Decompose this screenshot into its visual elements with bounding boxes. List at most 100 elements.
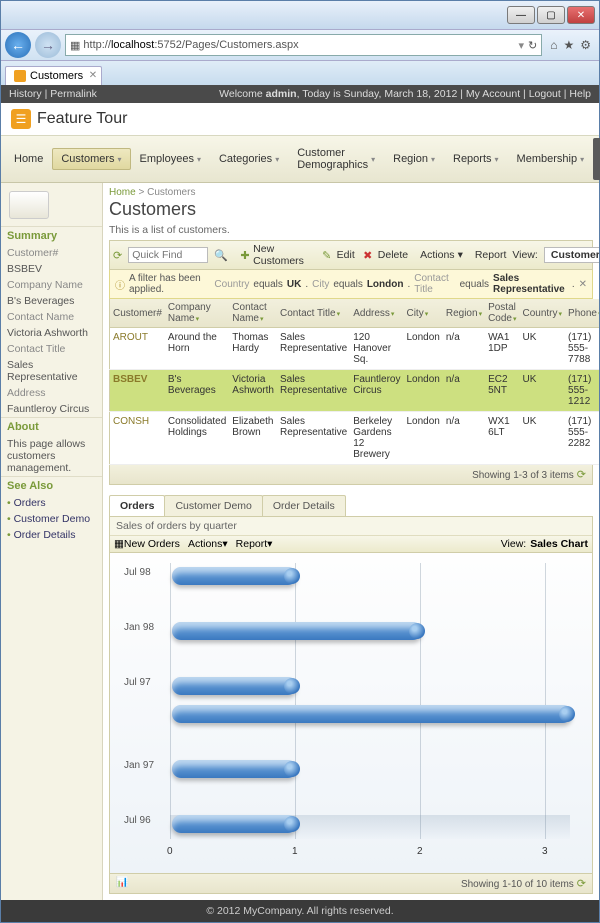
- orders-actions-menu[interactable]: Actions▾: [188, 538, 228, 550]
- sidebar-thumb-icon: [9, 191, 49, 219]
- x-tick: 3: [542, 846, 548, 857]
- tab-orders[interactable]: Orders: [109, 495, 165, 516]
- sales-chart: 0123Jul 98Jan 98Jul 97Jan 97Jul 96: [110, 553, 592, 873]
- chart-bar: [172, 760, 297, 778]
- menu-item-employees[interactable]: Employees▾: [131, 148, 210, 170]
- y-label: Jul 96: [124, 815, 151, 826]
- actions-menu[interactable]: Actions▾: [420, 249, 463, 261]
- col-companyname[interactable]: Company Name▾: [165, 299, 229, 328]
- col-customer[interactable]: Customer#: [110, 299, 165, 328]
- page-footer: © 2012 MyCompany. All rights reserved.: [1, 900, 599, 922]
- tab-close-icon[interactable]: ✕: [89, 70, 97, 81]
- cell-contact: Victoria Ashworth: [229, 370, 277, 412]
- sidebar-link-customer-demo[interactable]: Customer Demo: [1, 511, 102, 527]
- grid-toolbar: ⟳ 🔍 ✚New Customers ✎Edit ✖Delete Actions…: [109, 240, 593, 270]
- cell-id: CONSH: [110, 412, 165, 465]
- topbar-link-help[interactable]: Help: [569, 88, 591, 100]
- col-phone[interactable]: Phone▾: [565, 299, 599, 328]
- cell-id: BSBEV: [110, 370, 165, 412]
- window-maximize-button[interactable]: ▢: [537, 6, 565, 24]
- new-icon: ▦: [114, 538, 124, 550]
- sidebar-head-summary: Summary: [1, 226, 102, 245]
- cell-id: AROUT: [110, 328, 165, 370]
- cell-company: B's Beverages: [165, 370, 229, 412]
- edit-button[interactable]: ✎Edit: [320, 248, 355, 262]
- forward-button[interactable]: →: [35, 32, 61, 58]
- browser-navbar: ← → ▦ http://localhost:5752/Pages/Custom…: [1, 29, 599, 61]
- search-icon[interactable]: 🔍: [214, 248, 228, 262]
- site-actions-menu[interactable]: Site Actions ▾: [593, 138, 600, 180]
- sidebar-link-order-details[interactable]: Order Details: [1, 527, 102, 543]
- col-contactname[interactable]: Contact Name▾: [229, 299, 277, 328]
- table-row[interactable]: CONSHConsolidated HoldingsElizabeth Brow…: [110, 412, 600, 465]
- x-tick: 2: [417, 846, 423, 857]
- chart-type-icon[interactable]: 📊: [116, 877, 128, 890]
- table-row[interactable]: BSBEVB's BeveragesVictoria AshworthSales…: [110, 370, 600, 412]
- menu-item-reports[interactable]: Reports▾: [444, 148, 508, 170]
- orders-report-menu[interactable]: Report▾: [236, 538, 273, 550]
- sidebar-summary-0: Customer#: [1, 245, 102, 261]
- crumb-home[interactable]: Home: [109, 187, 136, 198]
- y-label: Jan 97: [124, 760, 154, 771]
- orders-toolbar: ▦New Orders Actions▾ Report▾ View: Sales…: [110, 536, 592, 553]
- window-minimize-button[interactable]: —: [507, 6, 535, 24]
- menu-item-region[interactable]: Region▾: [384, 148, 444, 170]
- new-customers-button[interactable]: ✚New Customers: [240, 243, 308, 267]
- sidebar-summary-4: Contact Name: [1, 309, 102, 325]
- topbar-link-permalink[interactable]: Permalink: [50, 88, 97, 100]
- sidebar-link-orders[interactable]: Orders: [1, 495, 102, 511]
- table-row[interactable]: AROUTAround the HornThomas HardySales Re…: [110, 328, 600, 370]
- back-button[interactable]: ←: [5, 32, 31, 58]
- chart-bar: [172, 677, 297, 695]
- col-country[interactable]: Country▾: [520, 299, 566, 328]
- menu-item-membership[interactable]: Membership▾: [508, 148, 594, 170]
- x-tick: 0: [167, 846, 173, 857]
- chart-bar: [172, 815, 297, 833]
- topbar-link-logout[interactable]: Logout: [529, 88, 561, 100]
- current-user: admin: [266, 88, 297, 100]
- cell-title: Sales Representative: [277, 328, 350, 370]
- sidebar-head-about: About: [1, 417, 102, 436]
- col-address[interactable]: Address▾: [350, 299, 403, 328]
- topbar-link-my-account[interactable]: My Account: [466, 88, 520, 100]
- y-label: Jul 98: [124, 567, 151, 578]
- menu-item-customer-demographics[interactable]: Customer Demographics▾: [288, 142, 384, 176]
- cell-title: Sales Representative: [277, 370, 350, 412]
- cell-title: Sales Representative: [277, 412, 350, 465]
- col-city[interactable]: City▾: [403, 299, 442, 328]
- col-contacttitle[interactable]: Contact Title▾: [277, 299, 350, 328]
- new-orders-button[interactable]: ▦New Orders: [114, 538, 180, 550]
- filter-bar: ⓘ A filter has been applied. Country equ…: [109, 270, 593, 299]
- cell-region: n/a: [443, 412, 485, 465]
- refresh-icon[interactable]: ⟳: [113, 248, 122, 262]
- col-region[interactable]: Region▾: [443, 299, 485, 328]
- settings-icon[interactable]: ⚙: [580, 38, 591, 52]
- cell-city: London: [403, 328, 442, 370]
- filter-clear-icon[interactable]: ✕: [579, 279, 587, 290]
- menu-item-categories[interactable]: Categories▾: [210, 148, 288, 170]
- delete-button[interactable]: ✖Delete: [361, 248, 408, 262]
- topbar-link-history[interactable]: History: [9, 88, 42, 100]
- address-bar[interactable]: ▦ http://localhost:5752/Pages/Customers.…: [65, 34, 542, 56]
- view-dropdown[interactable]: Customers: [544, 247, 599, 263]
- url-path: :5752/Pages/Customers.aspx: [154, 39, 298, 51]
- menu-item-home[interactable]: Home: [5, 148, 52, 170]
- tab-customer-demo[interactable]: Customer Demo: [164, 495, 262, 516]
- report-button[interactable]: Report: [475, 249, 507, 261]
- tab-order-details[interactable]: Order Details: [262, 495, 346, 516]
- cell-country: UK: [520, 412, 566, 465]
- tab-title: Customers: [30, 70, 83, 82]
- col-postalcode[interactable]: Postal Code▾: [485, 299, 519, 328]
- browser-tab-customers[interactable]: Customers ✕: [5, 66, 102, 85]
- orders-refresh-icon[interactable]: ⟳: [577, 877, 586, 890]
- window-close-button[interactable]: ✕: [567, 6, 595, 24]
- chart-bar: [172, 622, 422, 640]
- favorites-icon[interactable]: ★: [563, 38, 574, 52]
- y-label: Jan 98: [124, 622, 154, 633]
- menu-item-customers[interactable]: Customers▾: [52, 148, 130, 170]
- quick-find-input[interactable]: [128, 247, 208, 263]
- home-icon[interactable]: ⌂: [550, 38, 557, 52]
- orders-view-dropdown[interactable]: Sales Chart: [530, 538, 588, 550]
- grid-refresh-icon[interactable]: ⟳: [577, 468, 586, 481]
- favicon-icon: [14, 70, 26, 82]
